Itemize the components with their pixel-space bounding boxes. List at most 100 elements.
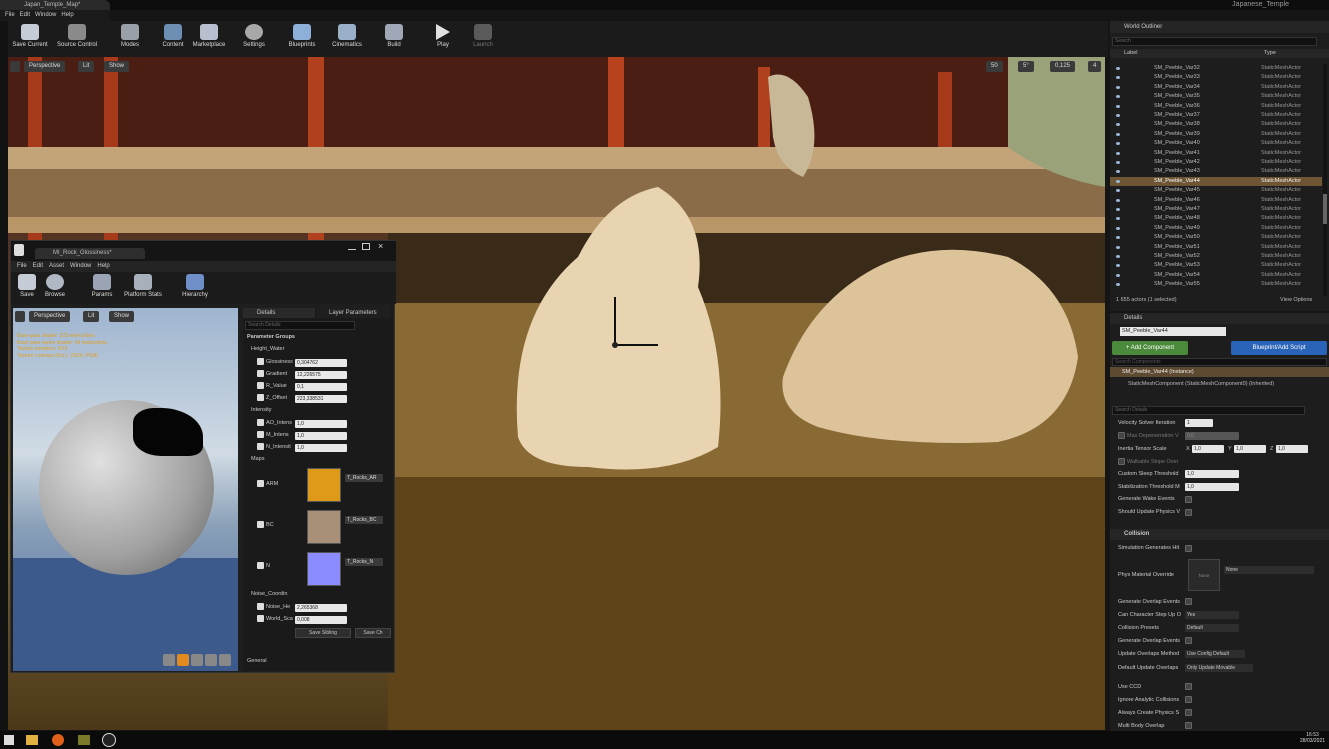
visibility-icon[interactable] <box>1116 170 1120 174</box>
list-item[interactable]: SM_Peeble_Var47 StaticMeshActor <box>1110 205 1322 214</box>
list-item[interactable]: SM_Peeble_Var35 StaticMeshActor <box>1110 92 1322 101</box>
param-value-field[interactable]: 2,265368 <box>295 604 347 612</box>
clock[interactable]: 16:53 28/03/2021 <box>1300 732 1325 744</box>
collision-header[interactable]: Collision <box>1110 529 1329 540</box>
list-item-selected[interactable]: SM_Peeble_Var44 StaticMeshActor <box>1110 176 1322 187</box>
search-components-input[interactable]: Search Components <box>1112 358 1327 366</box>
instance-row[interactable]: SM_Peeble_Var44 (Instance) <box>1110 367 1329 377</box>
cylinder-shape-button[interactable] <box>163 654 175 666</box>
param-checkbox[interactable] <box>257 562 264 569</box>
multi-body-checkbox[interactable] <box>1185 722 1192 729</box>
list-item[interactable]: SM_Peeble_Var52 StaticMeshActor <box>1110 252 1322 261</box>
group-intensity[interactable]: Intensity <box>251 407 271 417</box>
visibility-icon[interactable] <box>1116 123 1120 127</box>
play-button[interactable]: Play <box>428 21 458 57</box>
visibility-icon[interactable] <box>1116 226 1120 230</box>
cube-shape-button[interactable] <box>205 654 217 666</box>
outliner-scrollbar[interactable] <box>1323 64 1327 296</box>
save-sibling-button[interactable]: Save Sibling <box>295 628 351 638</box>
mat-menu-asset[interactable]: Asset <box>49 261 64 272</box>
mat-menu-file[interactable]: File <box>17 261 27 272</box>
list-item[interactable]: SM_Peeble_Var34 StaticMeshActor <box>1110 83 1322 92</box>
param-checkbox[interactable] <box>257 358 264 365</box>
col-type[interactable]: Type <box>1264 49 1276 58</box>
viewport-options-button[interactable] <box>10 61 20 72</box>
visibility-icon[interactable] <box>1116 283 1120 287</box>
list-item[interactable]: SM_Peeble_Var37 StaticMeshActor <box>1110 111 1322 120</box>
inertia-x-field[interactable]: 1,0 <box>1192 445 1224 453</box>
gizmo-center[interactable] <box>612 342 618 348</box>
visibility-icon[interactable] <box>1116 151 1120 155</box>
max-depen-field[interactable]: 0,0 <box>1185 432 1239 440</box>
plane-shape-button[interactable] <box>191 654 203 666</box>
mat-platform-stats-button[interactable]: Platform Stats <box>121 272 165 304</box>
param-value-field[interactable]: 12,226575 <box>295 371 347 379</box>
minimize-button[interactable] <box>348 243 356 250</box>
view-options-button[interactable]: View Options <box>1280 297 1312 303</box>
visibility-icon[interactable] <box>1116 273 1120 277</box>
mat-save-button[interactable]: Save <box>15 272 39 304</box>
sim-hit-checkbox[interactable] <box>1185 545 1192 552</box>
material-preview-viewport[interactable]: Perspective Lit Show Base pass shader: 2… <box>13 308 238 671</box>
visibility-icon[interactable] <box>1116 142 1120 146</box>
param-checkbox[interactable] <box>257 431 264 438</box>
grid-snap-value[interactable]: 50 <box>986 61 1003 72</box>
texture-thumbnail-n[interactable] <box>307 552 341 586</box>
param-value-field[interactable]: 1,0 <box>295 420 347 428</box>
visibility-icon[interactable] <box>1116 245 1120 249</box>
tab-details[interactable]: Details <box>243 308 315 318</box>
param-value-field[interactable]: 223,338531 <box>295 395 347 403</box>
visibility-icon[interactable] <box>1116 161 1120 164</box>
texture-thumbnail-bc[interactable] <box>307 510 341 544</box>
visibility-icon[interactable] <box>1116 198 1120 202</box>
ccd-checkbox[interactable] <box>1185 683 1192 690</box>
presets-dropdown[interactable]: Default <box>1185 624 1239 632</box>
list-item[interactable]: SM_Peeble_Var45 StaticMeshActor <box>1110 186 1322 195</box>
level-tab[interactable]: Japan_Temple_Map* <box>0 0 110 10</box>
group-maps[interactable]: Maps <box>251 456 264 466</box>
mat-menu-edit[interactable]: Edit <box>33 261 43 272</box>
group-height-water[interactable]: Height_Water <box>251 346 284 356</box>
modes-button[interactable]: Modes <box>116 21 144 57</box>
param-checkbox[interactable] <box>257 480 264 487</box>
group-noise[interactable]: Noise_Coordin <box>251 591 287 601</box>
list-item[interactable]: SM_Peeble_Var55 StaticMeshActor <box>1110 280 1322 289</box>
scale-snap-value[interactable]: 0,125 <box>1050 61 1076 72</box>
unreal-engine-icon[interactable] <box>102 733 116 747</box>
walkable-checkbox[interactable] <box>1118 458 1125 465</box>
list-item[interactable]: SM_Peeble_Var54 StaticMeshActor <box>1110 271 1322 280</box>
preview-perspective-button[interactable]: Perspective <box>29 311 71 322</box>
velocity-field[interactable]: 1 <box>1185 419 1213 427</box>
list-item[interactable]: SM_Peeble_Var49 StaticMeshActor <box>1110 224 1322 233</box>
update-physics-checkbox[interactable] <box>1185 509 1192 516</box>
param-value-field[interactable]: 1,0 <box>295 444 347 452</box>
blueprint-add-script-button[interactable]: Blueprint/Add Script <box>1231 341 1327 355</box>
visibility-icon[interactable] <box>1116 104 1120 108</box>
default-update-dropdown[interactable]: Only Update Movable <box>1185 664 1253 672</box>
maximize-button[interactable] <box>362 243 370 250</box>
mat-hierarchy-button[interactable]: Hierarchy <box>179 272 211 304</box>
group-general[interactable]: General <box>247 658 267 668</box>
list-item[interactable]: SM_Peeble_Var48 StaticMeshActor <box>1110 214 1322 223</box>
list-item[interactable]: SM_Peeble_Var40 StaticMeshActor <box>1110 139 1322 148</box>
visibility-icon[interactable] <box>1116 132 1120 136</box>
perspective-button[interactable]: Perspective <box>24 61 66 72</box>
source-control-button[interactable]: Source Control <box>54 21 100 57</box>
texture-thumbnail-arm[interactable] <box>307 468 341 502</box>
lit-button[interactable]: Lit <box>78 61 95 72</box>
sphere-shape-button[interactable] <box>177 654 189 666</box>
actor-name-input[interactable]: SM_Peeble_Var44 <box>1120 327 1226 336</box>
sleep-field[interactable]: 1,0 <box>1185 470 1239 478</box>
save-current-button[interactable]: Save Current <box>10 21 50 57</box>
list-item[interactable]: SM_Peeble_Var33 StaticMeshActor <box>1110 73 1322 82</box>
step-up-dropdown[interactable]: Yes <box>1185 611 1239 619</box>
details-search-input[interactable]: Search Details <box>245 321 355 330</box>
preview-show-button[interactable]: Show <box>109 311 135 322</box>
add-component-button[interactable]: + Add Component <box>1112 341 1188 355</box>
outliner-search-input[interactable]: Search <box>1112 37 1317 46</box>
wake-events-checkbox[interactable] <box>1185 496 1192 503</box>
param-checkbox[interactable] <box>257 615 264 622</box>
inertia-z-field[interactable]: 1,0 <box>1276 445 1308 453</box>
visibility-icon[interactable] <box>1116 217 1120 221</box>
close-icon[interactable]: × <box>378 241 388 251</box>
